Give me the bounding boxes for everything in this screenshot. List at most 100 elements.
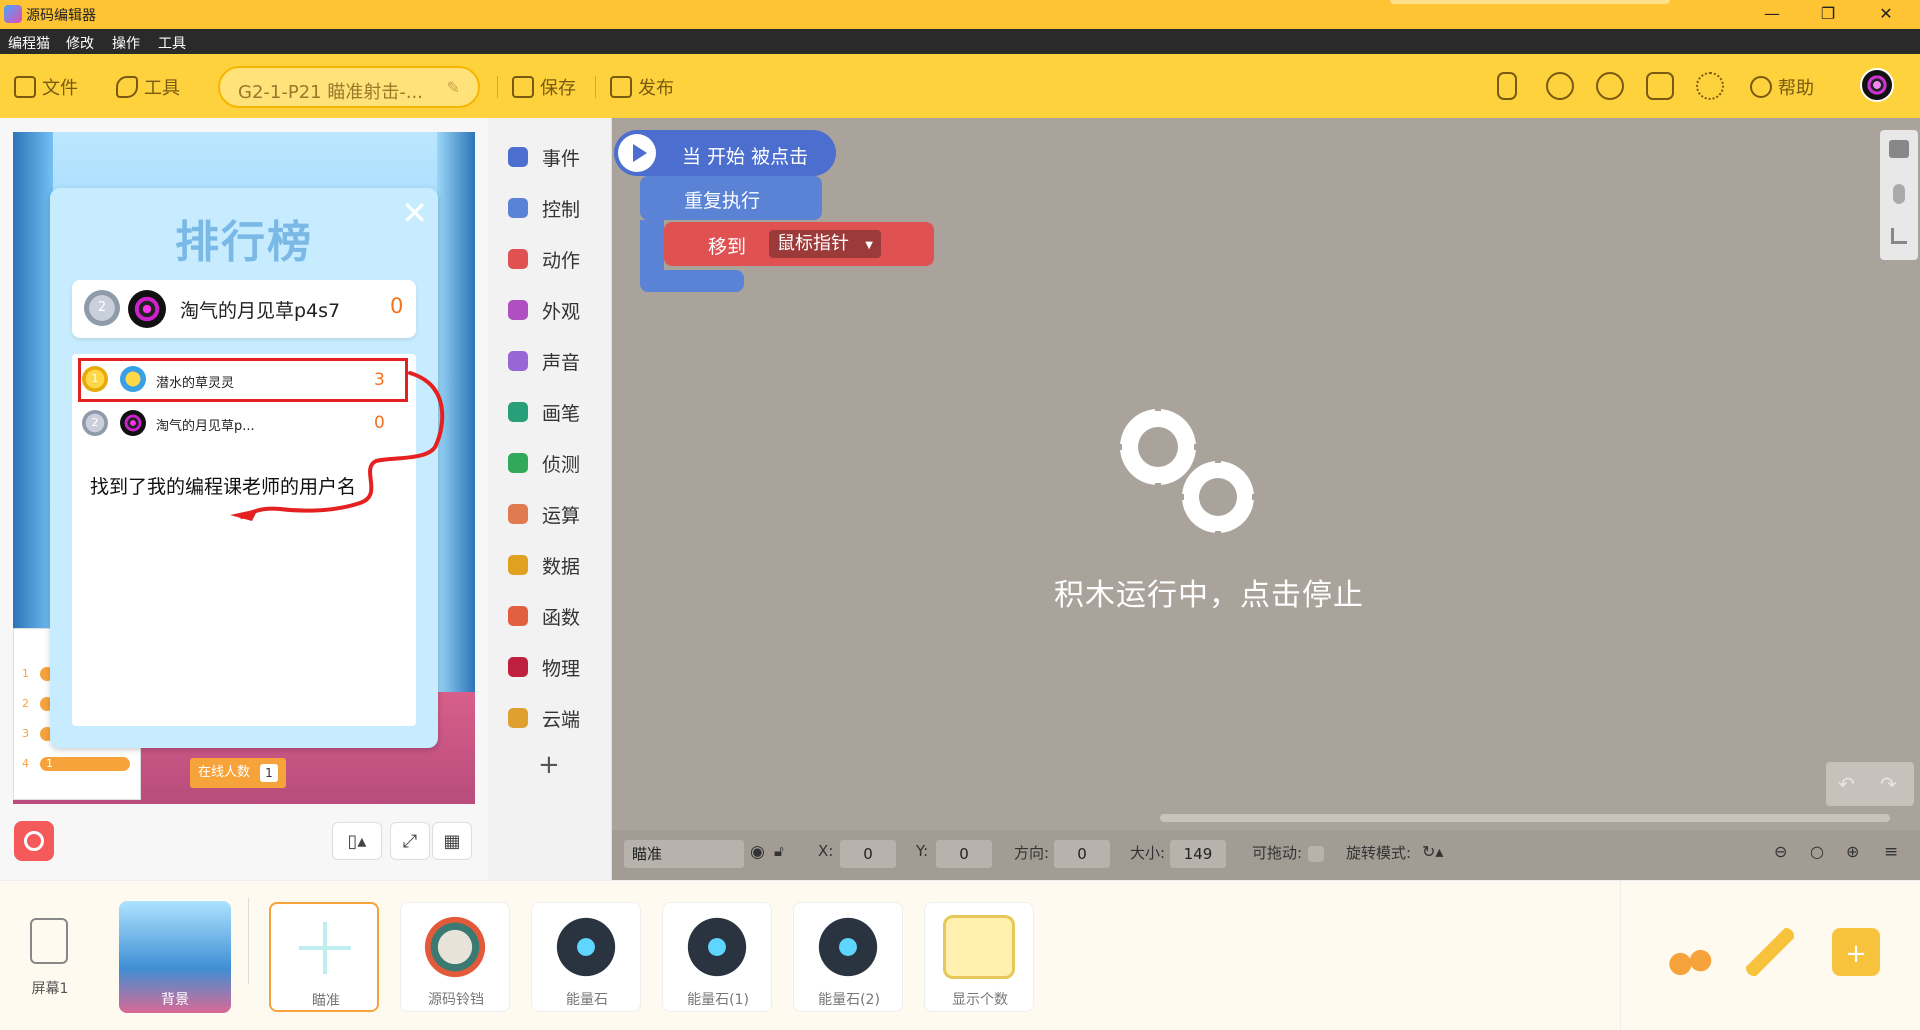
robot-icon[interactable]: [1546, 72, 1574, 100]
bell-character-icon: [419, 915, 491, 979]
zoom-in-icon[interactable]: ⊕: [1846, 842, 1859, 861]
energy-cube-icon: [812, 915, 884, 979]
size-field[interactable]: 149: [1170, 840, 1226, 868]
category-looks[interactable]: 外观: [496, 285, 608, 335]
functions-icon: [508, 606, 528, 626]
operators-icon: [508, 504, 528, 524]
pencil-icon[interactable]: ✎: [447, 78, 460, 97]
zoom-out-icon[interactable]: ⊖: [1774, 842, 1787, 861]
move-target-dropdown[interactable]: 鼠标指针 ▼: [769, 230, 881, 258]
project-name-field[interactable]: G2-1-P21 瞄准射击-... ✎: [218, 66, 480, 108]
save-icon: [512, 76, 534, 98]
minimize-button[interactable]: —: [1752, 2, 1792, 26]
crosshair-line: [299, 946, 351, 950]
main-toolbar: 文件 工具 G2-1-P21 瞄准射击-... ✎ 保存 发布 帮助: [0, 54, 1920, 118]
menu-codemao[interactable]: 编程猫: [8, 33, 50, 53]
microphone-icon[interactable]: [1893, 184, 1905, 204]
tools-button[interactable]: 工具: [116, 75, 180, 99]
medal-icon: 2: [84, 290, 120, 326]
costume-icon[interactable]: [1889, 140, 1909, 158]
medal-icon: 2: [82, 410, 108, 436]
grid-icon[interactable]: ▦: [432, 822, 472, 860]
sprite-energy-stone-1[interactable]: 能量石(1): [662, 902, 772, 1012]
chart-icon[interactable]: [1891, 228, 1907, 244]
background-sprite[interactable]: 背景: [119, 901, 231, 1013]
move-to-block[interactable]: 移到 鼠标指针 ▼: [664, 222, 934, 266]
undo-redo-group: ↶ ↷: [1826, 762, 1914, 806]
menu-edit[interactable]: 修改: [66, 33, 94, 53]
crosshair-icon: [289, 916, 361, 980]
sprite-show-count[interactable]: 显示个数: [924, 902, 1034, 1012]
sprite-name-field[interactable]: 瞄准: [624, 840, 744, 868]
folder-icon: [14, 76, 36, 98]
calendar-icon[interactable]: [1646, 72, 1674, 100]
red-scribble: [230, 371, 445, 521]
restore-button[interactable]: ❐: [1808, 2, 1848, 26]
annotation-text: 找到了我的编程课老师的用户名: [90, 476, 357, 498]
my-score: 0: [390, 294, 404, 318]
stop-button[interactable]: [14, 821, 54, 861]
device-icon[interactable]: [1497, 72, 1517, 100]
rank-bar: 1: [40, 757, 130, 771]
data-icon: [508, 555, 528, 575]
sprite-bell[interactable]: 源码铃铛: [400, 902, 510, 1012]
lock-icon[interactable]: 🔓︎: [774, 842, 784, 860]
undo-icon[interactable]: ↶: [1838, 772, 1855, 796]
menu-icon[interactable]: ≡: [1884, 842, 1898, 862]
running-stop-hint[interactable]: 积木运行中，点击停止: [1054, 570, 1364, 614]
x-field[interactable]: 0: [840, 840, 896, 868]
menu-operate[interactable]: 操作: [112, 33, 140, 53]
category-data[interactable]: 数据: [496, 540, 608, 590]
divider: [1620, 880, 1621, 1030]
help-button[interactable]: 帮助: [1750, 75, 1814, 99]
add-folder-icon[interactable]: +: [1832, 928, 1880, 976]
music-icon[interactable]: [1666, 928, 1714, 976]
rotation-mode-icon[interactable]: ↻▴: [1422, 842, 1443, 861]
category-operators[interactable]: 运算: [496, 489, 608, 539]
wrench-icon: [116, 76, 138, 98]
add-category-icon[interactable]: +: [538, 750, 560, 780]
category-motion[interactable]: 动作: [496, 234, 608, 284]
device-select-icon[interactable]: ▯▴: [332, 822, 382, 860]
close-button[interactable]: ✕: [1866, 2, 1906, 26]
visibility-icon[interactable]: ◉: [750, 842, 765, 862]
stop-icon: [24, 831, 44, 851]
y-field[interactable]: 0: [936, 840, 992, 868]
category-cloud[interactable]: 云端: [496, 693, 608, 743]
zoom-reset-icon[interactable]: ○: [1810, 842, 1824, 861]
gears-icon: [1116, 405, 1258, 537]
workspace-scrollbar[interactable]: [1160, 814, 1890, 822]
pencil-icon[interactable]: [1746, 928, 1794, 976]
draggable-checkbox[interactable]: [1308, 846, 1324, 862]
sprite-aim[interactable]: 瞄准: [269, 902, 379, 1012]
fullscreen-icon[interactable]: ⤢: [390, 822, 430, 860]
menu-tools[interactable]: 工具: [158, 33, 186, 53]
user-avatar[interactable]: [1860, 68, 1894, 102]
menu-bar: 编程猫 修改 操作 工具: [0, 29, 1920, 54]
motion-icon: [508, 249, 528, 269]
category-physics[interactable]: 物理: [496, 642, 608, 692]
category-control[interactable]: 控制: [496, 183, 608, 233]
gear-icon[interactable]: [1696, 72, 1724, 100]
category-sound[interactable]: 声音: [496, 336, 608, 386]
category-events[interactable]: 事件: [496, 132, 608, 182]
repeat-forever-block[interactable]: 重复执行: [640, 176, 822, 220]
sprite-energy-stone-2[interactable]: 能量石(2): [793, 902, 903, 1012]
close-icon[interactable]: ✕: [401, 194, 428, 232]
category-sensing[interactable]: 侦测: [496, 438, 608, 488]
publish-icon: [610, 76, 632, 98]
redo-icon[interactable]: ↷: [1880, 772, 1897, 796]
direction-field[interactable]: 0: [1054, 840, 1110, 868]
when-start-block[interactable]: 当 开始 被点击: [614, 130, 836, 176]
publish-button[interactable]: 发布: [610, 75, 674, 99]
pen-icon: [508, 402, 528, 422]
folder-sprite-icon: [943, 915, 1015, 979]
category-functions[interactable]: 函数: [496, 591, 608, 641]
sprite-energy-stone[interactable]: 能量石: [531, 902, 641, 1012]
extensions-icon[interactable]: [1596, 72, 1624, 100]
category-pen[interactable]: 画笔: [496, 387, 608, 437]
file-button[interactable]: 文件: [14, 75, 78, 99]
screen-icon: [30, 918, 68, 964]
leaderboard-title: 排行榜: [175, 217, 313, 268]
save-button[interactable]: 保存: [512, 75, 576, 99]
